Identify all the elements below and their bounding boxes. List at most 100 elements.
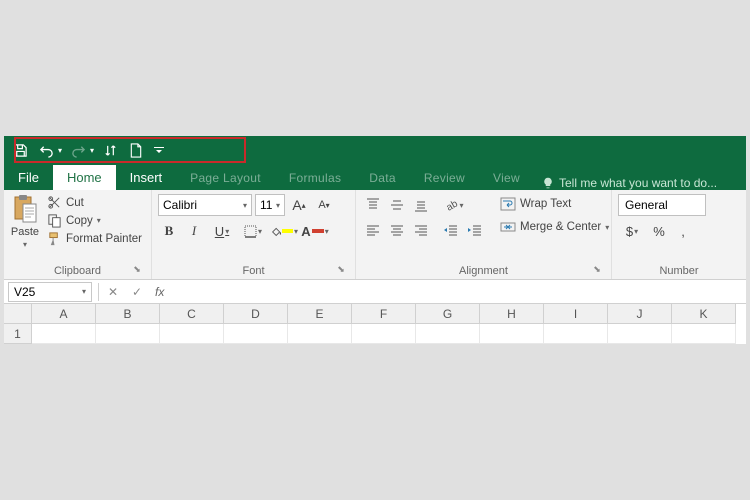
separator	[98, 283, 99, 301]
percent-button[interactable]: %	[648, 220, 670, 242]
tab-page-layout[interactable]: Page Layout	[176, 166, 275, 190]
chevron-down-icon: ▾	[276, 201, 280, 210]
bold-button[interactable]: B	[158, 220, 180, 242]
clipboard-group-label: Clipboard ⬊	[10, 263, 145, 277]
font-size-value: 11	[260, 198, 272, 212]
col-header[interactable]: E	[288, 304, 352, 324]
orientation-button[interactable]: ab ▾	[440, 194, 468, 216]
col-header[interactable]: H	[480, 304, 544, 324]
tell-me-label: Tell me what you want to do...	[559, 176, 717, 190]
tab-file[interactable]: File	[4, 165, 53, 190]
tab-insert[interactable]: Insert	[116, 165, 177, 190]
tab-review[interactable]: Review	[410, 166, 479, 190]
name-box-dropdown-icon: ▾	[82, 287, 86, 296]
align-bottom-icon[interactable]	[410, 194, 432, 216]
col-header[interactable]: J	[608, 304, 672, 324]
group-clipboard: Paste ▾ Cut Copy ▾ Format Pain	[4, 190, 152, 279]
clipboard-launcher-icon[interactable]: ⬊	[131, 263, 143, 275]
merge-center-button[interactable]: Merge & Center ▾	[496, 217, 613, 237]
cell[interactable]	[416, 324, 480, 344]
cell[interactable]	[224, 324, 288, 344]
formula-input[interactable]	[170, 282, 746, 302]
svg-text:ab: ab	[445, 198, 458, 212]
orientation-icon: ab	[444, 198, 458, 212]
format-painter-button[interactable]: Format Painter	[44, 230, 145, 247]
number-group-label: Number	[618, 263, 740, 277]
fx-icon[interactable]: fx	[155, 285, 164, 299]
col-header[interactable]: F	[352, 304, 416, 324]
currency-button[interactable]: $▾	[618, 220, 646, 242]
align-left-icon[interactable]	[362, 219, 384, 241]
increase-font-icon[interactable]: A▴	[288, 194, 310, 216]
col-header[interactable]: K	[672, 304, 736, 324]
alignment-launcher-icon[interactable]: ⬊	[591, 263, 603, 275]
cancel-formula-icon[interactable]: ✕	[101, 282, 125, 302]
fill-color-button[interactable]: ▾	[270, 220, 298, 242]
cell[interactable]	[96, 324, 160, 344]
cut-button[interactable]: Cut	[44, 194, 145, 211]
underline-button[interactable]: U▾	[208, 220, 236, 242]
number-format-combo[interactable]: General	[618, 194, 706, 216]
align-center-icon[interactable]	[386, 219, 408, 241]
font-launcher-icon[interactable]: ⬊	[335, 263, 347, 275]
tab-data[interactable]: Data	[355, 166, 410, 190]
scissors-icon	[47, 195, 62, 210]
ribbon-tabs: File Home Insert Page Layout Formulas Da…	[4, 164, 746, 190]
align-right-icon[interactable]	[410, 219, 432, 241]
row-header[interactable]: 1	[4, 324, 32, 344]
cell[interactable]	[352, 324, 416, 344]
decrease-indent-icon[interactable]	[440, 219, 462, 241]
cell[interactable]	[672, 324, 736, 344]
paste-button[interactable]: Paste ▾	[10, 194, 40, 263]
italic-button[interactable]: I	[183, 220, 205, 242]
cell[interactable]	[608, 324, 672, 344]
col-header[interactable]: I	[544, 304, 608, 324]
align-middle-icon[interactable]	[386, 194, 408, 216]
copy-button[interactable]: Copy ▾	[44, 212, 145, 229]
borders-button[interactable]: ▾	[239, 220, 267, 242]
paste-label: Paste	[11, 226, 39, 238]
align-top-icon[interactable]	[362, 194, 384, 216]
font-name-value: Calibri	[163, 198, 197, 212]
merge-dropdown-icon: ▾	[605, 223, 609, 232]
tell-me-search[interactable]: Tell me what you want to do...	[542, 176, 717, 190]
font-color-button[interactable]: A ▾	[301, 220, 329, 242]
col-header[interactable]: G	[416, 304, 480, 324]
tab-home[interactable]: Home	[53, 165, 116, 190]
font-name-combo[interactable]: Calibri ▾	[158, 194, 252, 216]
tab-view[interactable]: View	[479, 166, 534, 190]
wrap-text-button[interactable]: Wrap Text	[496, 194, 613, 214]
clipboard-paste-icon	[12, 194, 38, 224]
cell[interactable]	[32, 324, 96, 344]
number-format-value: General	[625, 198, 668, 212]
tab-formulas[interactable]: Formulas	[275, 166, 355, 190]
comma-button[interactable]: ,	[672, 220, 694, 242]
fill-color-swatch	[282, 229, 293, 233]
increase-indent-icon[interactable]	[464, 219, 486, 241]
decrease-font-icon[interactable]: A▾	[313, 194, 335, 216]
bucket-icon	[270, 225, 281, 238]
cell[interactable]	[160, 324, 224, 344]
cell[interactable]	[544, 324, 608, 344]
cut-label: Cut	[66, 197, 84, 209]
col-header[interactable]: A	[32, 304, 96, 324]
paste-dropdown-icon: ▾	[23, 240, 27, 249]
font-size-combo[interactable]: 11 ▾	[255, 194, 285, 216]
group-number: General $▾ % , Number	[612, 190, 746, 279]
name-box[interactable]: V25 ▾	[8, 282, 92, 302]
cell[interactable]	[288, 324, 352, 344]
alignment-group-label: Alignment ⬊	[362, 263, 605, 277]
col-header[interactable]: B	[96, 304, 160, 324]
group-alignment: ab ▾ Wrap Text	[356, 190, 612, 279]
col-header[interactable]: D	[224, 304, 288, 324]
cell[interactable]	[480, 324, 544, 344]
enter-formula-icon[interactable]: ✓	[125, 282, 149, 302]
format-painter-label: Format Painter	[66, 233, 142, 245]
wrap-text-icon	[500, 196, 516, 212]
merge-icon	[500, 219, 516, 235]
col-header[interactable]: C	[160, 304, 224, 324]
quick-access-toolbar: ▾ ▾	[4, 136, 746, 164]
redo-icon[interactable]	[66, 138, 90, 162]
select-all-corner[interactable]	[4, 304, 32, 324]
font-color-swatch	[312, 229, 324, 233]
